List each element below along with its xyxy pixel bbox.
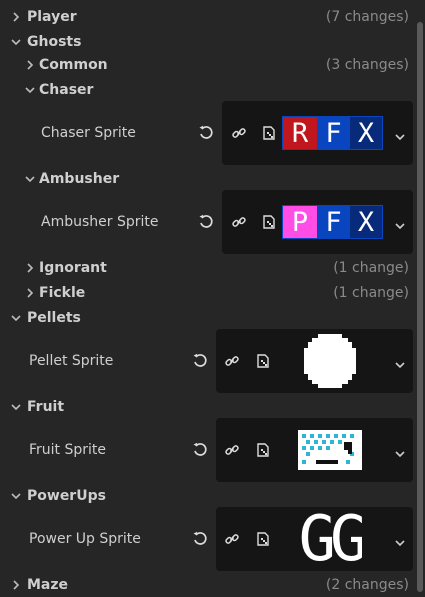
section-label: Common xyxy=(39,56,108,73)
section-label: Ignorant xyxy=(39,259,107,276)
chevron-right-icon[interactable] xyxy=(24,287,36,299)
sprite-preview: P F X xyxy=(282,205,383,239)
chevron-right-icon[interactable] xyxy=(10,11,22,23)
fruit-sprite-preview xyxy=(298,430,362,470)
change-count: (7 changes) xyxy=(325,8,409,25)
reset-icon[interactable] xyxy=(191,352,209,370)
sprite-field[interactable]: P F X xyxy=(222,190,413,254)
edit-sprite-icon[interactable] xyxy=(254,530,272,548)
link-icon[interactable] xyxy=(230,213,248,231)
sprite-frame: R xyxy=(283,117,317,149)
edit-sprite-icon[interactable] xyxy=(260,213,278,231)
section-chaser[interactable]: Chaser xyxy=(0,77,413,102)
property-label: Power Up Sprite xyxy=(29,531,141,547)
property-label: Chaser Sprite xyxy=(41,125,136,141)
section-label: Ghosts xyxy=(27,33,82,50)
property-power-up-sprite: Power Up Sprite GG xyxy=(0,507,413,571)
section-label: Ambusher xyxy=(39,170,120,187)
link-icon[interactable] xyxy=(223,352,241,370)
chevron-down-icon[interactable] xyxy=(24,173,36,185)
edit-sprite-icon[interactable] xyxy=(254,352,272,370)
reset-icon[interactable] xyxy=(191,530,209,548)
scrollbar[interactable] xyxy=(415,0,425,597)
chevron-down-icon[interactable] xyxy=(395,216,407,230)
section-maze[interactable]: Maze (2 changes) xyxy=(0,572,413,597)
sprite-field[interactable] xyxy=(216,418,413,482)
chevron-down-icon[interactable] xyxy=(10,312,22,324)
section-label: Chaser xyxy=(39,81,94,98)
edit-sprite-icon[interactable] xyxy=(260,124,278,142)
sprite-field[interactable]: GG xyxy=(216,507,413,571)
section-fruit[interactable]: Fruit xyxy=(0,394,413,419)
section-label: PowerUps xyxy=(27,487,106,504)
pellet-sprite-preview xyxy=(302,334,358,388)
sprite-frame: X xyxy=(350,206,382,238)
sprite-frame: F xyxy=(317,206,350,238)
power-up-sprite-preview: GG xyxy=(298,507,362,571)
section-common[interactable]: Common (3 changes) xyxy=(0,52,413,77)
section-label: Maze xyxy=(27,576,69,593)
property-label: Pellet Sprite xyxy=(29,353,114,369)
chevron-right-icon[interactable] xyxy=(10,579,22,591)
sprite-field[interactable] xyxy=(216,329,413,393)
section-label: Fickle xyxy=(39,284,86,301)
section-ignorant[interactable]: Ignorant (1 change) xyxy=(0,255,413,280)
scrollbar-thumb[interactable] xyxy=(417,22,423,592)
chevron-down-icon[interactable] xyxy=(395,533,407,547)
chevron-down-icon[interactable] xyxy=(395,355,407,369)
reset-icon[interactable] xyxy=(197,213,215,231)
chevron-right-icon[interactable] xyxy=(24,262,36,274)
section-ambusher[interactable]: Ambusher xyxy=(0,166,413,191)
chevron-right-icon[interactable] xyxy=(24,59,36,71)
link-icon[interactable] xyxy=(223,530,241,548)
section-label: Player xyxy=(27,8,77,25)
reset-icon[interactable] xyxy=(197,124,215,142)
section-label: Fruit xyxy=(27,398,65,415)
section-pellets[interactable]: Pellets xyxy=(0,305,413,330)
property-fruit-sprite: Fruit Sprite xyxy=(0,418,413,482)
section-fickle[interactable]: Fickle (1 change) xyxy=(0,280,413,305)
section-label: Pellets xyxy=(27,309,81,326)
change-count: (1 change) xyxy=(333,284,409,301)
link-icon[interactable] xyxy=(230,124,248,142)
change-count: (2 changes) xyxy=(325,576,409,593)
sprite-frame: X xyxy=(350,117,382,149)
property-ambusher-sprite: Ambusher Sprite P F X xyxy=(0,190,413,254)
edit-sprite-icon[interactable] xyxy=(254,441,272,459)
chevron-down-icon[interactable] xyxy=(10,490,22,502)
property-chaser-sprite: Chaser Sprite R F X xyxy=(0,101,413,165)
section-powerups[interactable]: PowerUps xyxy=(0,483,413,508)
sprite-frame: F xyxy=(317,117,350,149)
chevron-down-icon[interactable] xyxy=(10,401,22,413)
sprite-frame: P xyxy=(283,206,317,238)
sprite-preview: R F X xyxy=(282,116,383,150)
property-label: Fruit Sprite xyxy=(29,442,107,458)
chevron-down-icon[interactable] xyxy=(395,444,407,458)
section-player[interactable]: Player (7 changes) xyxy=(0,4,413,29)
link-icon[interactable] xyxy=(223,441,241,459)
chevron-down-icon[interactable] xyxy=(395,127,407,141)
chevron-down-icon[interactable] xyxy=(10,36,22,48)
chevron-down-icon[interactable] xyxy=(24,84,36,96)
sprite-field[interactable]: R F X xyxy=(222,101,413,165)
reset-icon[interactable] xyxy=(191,441,209,459)
section-ghosts[interactable]: Ghosts xyxy=(0,29,413,54)
property-label: Ambusher Sprite xyxy=(41,214,159,230)
property-pellet-sprite: Pellet Sprite xyxy=(0,329,413,393)
change-count: (1 change) xyxy=(333,259,409,276)
change-count: (3 changes) xyxy=(325,56,409,73)
